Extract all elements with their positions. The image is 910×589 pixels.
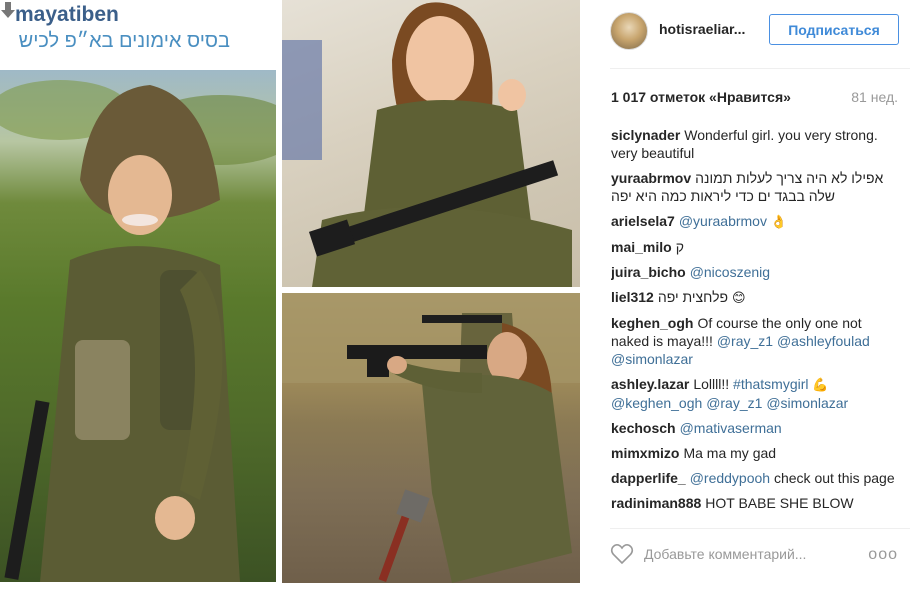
- download-arrow-icon: [1, 2, 15, 18]
- comment-text: פלחצית יפה: [657, 289, 729, 305]
- comment-item: liel312 פלחצית יפה 😊: [611, 288, 899, 307]
- collage-caption-strip: mayatiben בסיס אימונים בא״פ לכיש: [0, 0, 276, 70]
- account-name[interactable]: hotisraeliar...: [659, 21, 745, 37]
- comment-item: dapperlife_ @reddypooh check out this pag…: [611, 469, 899, 487]
- collage-username: mayatiben: [15, 3, 119, 26]
- photo-soldier-field-art: [0, 80, 276, 582]
- comment-item: arielsela7 @yuraabrmov 👌: [611, 212, 899, 231]
- comment-mention[interactable]: @nicoszenig: [690, 264, 770, 280]
- comment-mention[interactable]: @ashleyfoulad: [777, 333, 870, 349]
- comment-item: juira_bicho @nicoszenig: [611, 263, 899, 281]
- ok-hand-emoji-icon: 👌: [770, 214, 788, 229]
- comment-item: yuraabrmov אפילו לא היה צריך לעלות תמונה …: [611, 169, 899, 205]
- comment-mention[interactable]: @keghen_ogh: [611, 395, 702, 411]
- comment-hashtag[interactable]: #thatsmygirl: [733, 376, 808, 392]
- comment-mention[interactable]: @reddypooh: [690, 470, 770, 486]
- comment-username[interactable]: liel312: [611, 289, 654, 305]
- follow-button[interactable]: Подписаться: [769, 14, 899, 45]
- comment-item: siclynader Wonderful girl. you very stron…: [611, 126, 899, 162]
- avatar[interactable]: [610, 12, 648, 50]
- comment-username[interactable]: arielsela7: [611, 213, 675, 229]
- photo-soldiers-shooting-art: [282, 293, 580, 583]
- photo-soldiers-shooting: [282, 293, 580, 583]
- comment-username[interactable]: mimxmizo: [611, 445, 679, 461]
- photo-soldier-sitting: [282, 0, 580, 287]
- divider: [610, 68, 910, 69]
- comment-item: keghen_ogh Of course the only one not nak…: [611, 314, 899, 368]
- post-header: hotisraeliar... Подписаться: [600, 0, 910, 64]
- comment-username[interactable]: keghen_ogh: [611, 315, 693, 331]
- comment-username[interactable]: kechosch: [611, 420, 676, 436]
- comment-mention[interactable]: @ray_z1: [717, 333, 773, 349]
- comment-item: mimxmizo Ma ma my gad: [611, 444, 899, 462]
- comment-item: radiniman888 HOT BABE SHE BLOW: [611, 494, 899, 512]
- comment-text: check out this page: [773, 470, 895, 486]
- post-age[interactable]: 81 нед.: [851, 89, 898, 105]
- comment-item: mai_milo ק: [611, 238, 899, 256]
- comment-mention[interactable]: @yuraabrmov: [679, 213, 767, 229]
- photo-soldier-field: [0, 70, 276, 582]
- comment-text: HOT BABE SHE BLOW: [705, 495, 854, 511]
- divider: [610, 528, 910, 529]
- collage-caption: בסיס אימונים בא״פ לכיש: [18, 30, 230, 52]
- comment-item: kechosch @mativaserman: [611, 419, 899, 437]
- heart-outline-icon[interactable]: [610, 543, 634, 565]
- smile-emoji-icon: 😊: [731, 290, 746, 305]
- post-sidebar: hotisraeliar... Подписаться 1 017 отмето…: [600, 0, 910, 589]
- comment-username[interactable]: juira_bicho: [611, 264, 686, 280]
- comment-username[interactable]: dapperlife_: [611, 470, 686, 486]
- comment-username[interactable]: yuraabrmov: [611, 170, 691, 186]
- photo-soldier-sitting-art: [282, 2, 572, 287]
- more-options-icon[interactable]: ooo: [868, 546, 898, 564]
- comment-text: Lollll!!: [693, 376, 730, 392]
- comment-mention[interactable]: @simonlazar: [611, 351, 693, 367]
- comment-text: ק: [675, 239, 684, 255]
- flexed-biceps-emoji-icon: 💪: [812, 377, 829, 392]
- add-comment-bar: Добавьте комментарий... ooo: [610, 540, 910, 570]
- comment-item: ashley.lazar Lollll!! #thatsmygirl 💪 @keg…: [611, 375, 899, 412]
- comment-username[interactable]: mai_milo: [611, 239, 672, 255]
- post-image-collage[interactable]: mayatiben בסיס אימונים בא״פ לכיש: [0, 0, 600, 589]
- comment-username[interactable]: siclynader: [611, 127, 680, 143]
- comments-list[interactable]: siclynader Wonderful girl. you very stron…: [611, 126, 899, 524]
- comment-mention[interactable]: @simonlazar: [766, 395, 848, 411]
- comment-username[interactable]: ashley.lazar: [611, 376, 689, 392]
- comment-mention[interactable]: @ray_z1: [706, 395, 762, 411]
- comment-mention[interactable]: @mativaserman: [680, 420, 782, 436]
- comment-text: Ma ma my gad: [683, 445, 777, 461]
- add-comment-input[interactable]: Добавьте комментарий...: [644, 546, 806, 562]
- comment-username[interactable]: radiniman888: [611, 495, 701, 511]
